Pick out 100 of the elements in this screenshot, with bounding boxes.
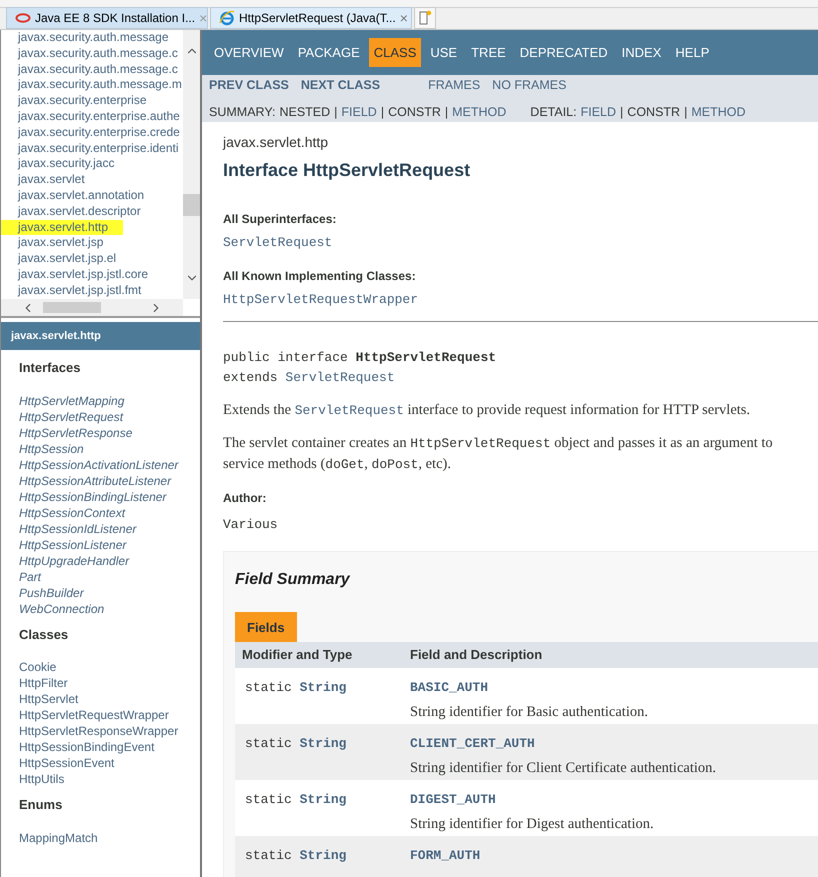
type-entry[interactable]: MappingMatch <box>19 830 200 846</box>
field-description: String identifier for Basic authentication. <box>410 702 648 722</box>
table-caption: Fields <box>235 612 297 642</box>
description-paragraph: The servlet container creates an HttpServletRequest object and passes it as an argument to service methods (doGet, doPost, etc). <box>223 434 774 474</box>
type-entry[interactable]: Cookie <box>19 659 200 675</box>
label: All Known Implementing Classes: <box>223 268 417 284</box>
summary-link[interactable]: METHOD <box>691 102 746 122</box>
section-heading: Enums <box>19 796 64 814</box>
tab-title: Java EE 8 SDK Installation I... <box>35 10 196 27</box>
nav-link[interactable]: DEPRECATED <box>514 38 613 68</box>
author-name: Various <box>223 516 279 534</box>
namespace-link[interactable]: javax.security.jacc <box>18 156 183 172</box>
summary-label: DETAIL: <box>530 104 577 120</box>
type-link[interactable]: ServletRequest <box>294 403 404 418</box>
type-link[interactable]: ServletRequest <box>223 233 818 252</box>
separator: | <box>620 104 624 121</box>
type-entry[interactable]: WebConnection <box>19 600 200 616</box>
package-name: javax.servlet.http <box>223 133 330 152</box>
scroll-thumb[interactable] <box>183 194 200 216</box>
frames-link[interactable]: NO FRAMES <box>492 76 566 94</box>
constant-link[interactable]: BASIC_AUTH <box>410 678 648 698</box>
label: All Superinterfaces: <box>223 211 338 228</box>
new-tab-button[interactable] <box>414 7 436 29</box>
namespace-link[interactable]: javax.security.auth.message.c <box>18 46 183 62</box>
field-description: String identifier for Digest authentication. <box>410 814 654 834</box>
class-nav-link[interactable]: PREV CLASS <box>209 76 289 94</box>
modifier-text: static <box>245 680 292 695</box>
namespace-link[interactable]: javax.security.enterprise <box>18 93 183 109</box>
type-link[interactable]: ServletRequest <box>285 370 395 385</box>
namespace-link[interactable]: javax.servlet.http <box>1 220 123 236</box>
type-entry[interactable]: HttpSessionBindingListener <box>19 488 200 504</box>
type-link[interactable]: String <box>300 792 346 807</box>
type-link[interactable]: String <box>300 680 346 695</box>
nav-link[interactable]: PACKAGE <box>292 38 365 68</box>
namespace-link[interactable]: javax.servlet.jsp.el <box>18 251 183 267</box>
constant-link[interactable]: CLIENT_CERT_AUTH <box>410 734 716 754</box>
namespace-link[interactable]: javax.servlet.jsp <box>18 235 183 252</box>
type-link[interactable]: HttpServletRequestWrapper <box>223 290 818 309</box>
namespace-link[interactable]: javax.security.enterprise.crede <box>18 124 183 141</box>
modifier-text: static <box>245 736 292 751</box>
summary-link[interactable]: FIELD <box>580 102 616 122</box>
type-entry[interactable]: HttpUtils <box>19 771 200 787</box>
namespace-link[interactable]: javax.servlet.jsp.jstl.core <box>18 266 183 283</box>
type-entry[interactable]: PushBuilder <box>19 584 200 600</box>
nav-link[interactable]: TREE <box>466 38 511 68</box>
close-button[interactable]: × <box>400 8 408 28</box>
namespace-link[interactable]: javax.servlet.annotation <box>18 188 183 204</box>
nav-link[interactable]: INDEX <box>616 38 666 68</box>
type-entry[interactable]: Part <box>19 568 200 584</box>
type-entry[interactable]: HttpServletMapping <box>19 392 200 408</box>
page-title: Interface HttpServletRequest <box>223 159 472 182</box>
summary-link[interactable]: METHOD <box>452 102 506 122</box>
type-link[interactable]: String <box>300 736 346 751</box>
nav-link[interactable]: HELP <box>670 38 714 68</box>
type-entry[interactable]: HttpServletResponse <box>19 424 200 440</box>
browser-tab[interactable]: HttpServletRequest (Java(T... × <box>210 7 412 29</box>
summary-text: CONSTR <box>388 104 441 120</box>
namespace-link[interactable]: javax.security.auth.message <box>18 30 183 46</box>
namespace-link[interactable]: javax.security.enterprise.identi <box>18 140 183 156</box>
column-header: Field and Description <box>409 646 542 664</box>
type-entry[interactable]: HttpFilter <box>19 675 200 691</box>
type-entry[interactable]: HttpServletResponseWrapper <box>19 723 200 739</box>
namespace-link[interactable]: javax.servlet.jsp.jstl.fmt <box>18 282 183 299</box>
summary-label: SUMMARY: <box>209 104 276 120</box>
namespace-link[interactable]: javax.servlet.descriptor <box>18 204 183 220</box>
type-entry[interactable]: HttpServlet <box>19 691 200 707</box>
type-entry[interactable]: HttpSessionContext <box>19 504 200 520</box>
modifier-text: static <box>245 848 292 863</box>
type-entry[interactable]: HttpSessionBindingEvent <box>19 739 200 755</box>
nav-link[interactable]: OVERVIEW <box>209 38 289 68</box>
namespace-link[interactable]: javax.security.auth.message.m <box>18 77 183 94</box>
frames-link[interactable]: FRAMES <box>428 76 480 94</box>
type-entry[interactable]: HttpServletRequestWrapper <box>19 707 200 723</box>
type-entry[interactable]: HttpUpgradeHandler <box>19 552 200 568</box>
type-link[interactable]: String <box>300 848 346 863</box>
nav-link[interactable]: USE <box>425 38 462 68</box>
scroll-thumb[interactable] <box>43 302 101 313</box>
section-heading: Interfaces <box>19 359 82 377</box>
summary-link[interactable]: FIELD <box>341 102 377 122</box>
scrollbar[interactable] <box>183 30 200 299</box>
section-title: Field Summary <box>235 570 352 590</box>
namespace-link[interactable]: javax.security.auth.message.c <box>18 62 183 78</box>
constant-link[interactable]: FORM_AUTH <box>410 846 480 866</box>
nav-link[interactable]: CLASS <box>368 38 422 68</box>
type-entry[interactable]: HttpSession <box>19 440 200 456</box>
namespace-link[interactable]: javax.servlet <box>18 172 183 188</box>
type-entry[interactable]: HttpSessionListener <box>19 536 200 552</box>
type-entry[interactable]: HttpSessionEvent <box>19 755 200 771</box>
description-paragraph: Extends the ServletRequest interface to provide request information for HTTP servlets. <box>223 401 752 420</box>
scrollbar[interactable] <box>1 299 183 316</box>
type-entry[interactable]: HttpSessionAttributeListener <box>19 472 200 488</box>
type-entry[interactable]: HttpServletRequest <box>19 408 200 424</box>
browser-tab[interactable]: Java EE 8 SDK Installation I... × <box>6 7 208 29</box>
class-nav-link[interactable]: NEXT CLASS <box>300 76 380 94</box>
type-entry[interactable]: HttpSessionIdListener <box>19 520 200 536</box>
new-page-icon <box>418 10 432 26</box>
separator: | <box>684 104 688 121</box>
namespace-link[interactable]: javax.security.enterprise.authe <box>18 108 183 125</box>
type-entry[interactable]: HttpSessionActivationListener <box>19 456 200 472</box>
constant-link[interactable]: DIGEST_AUTH <box>410 790 654 810</box>
